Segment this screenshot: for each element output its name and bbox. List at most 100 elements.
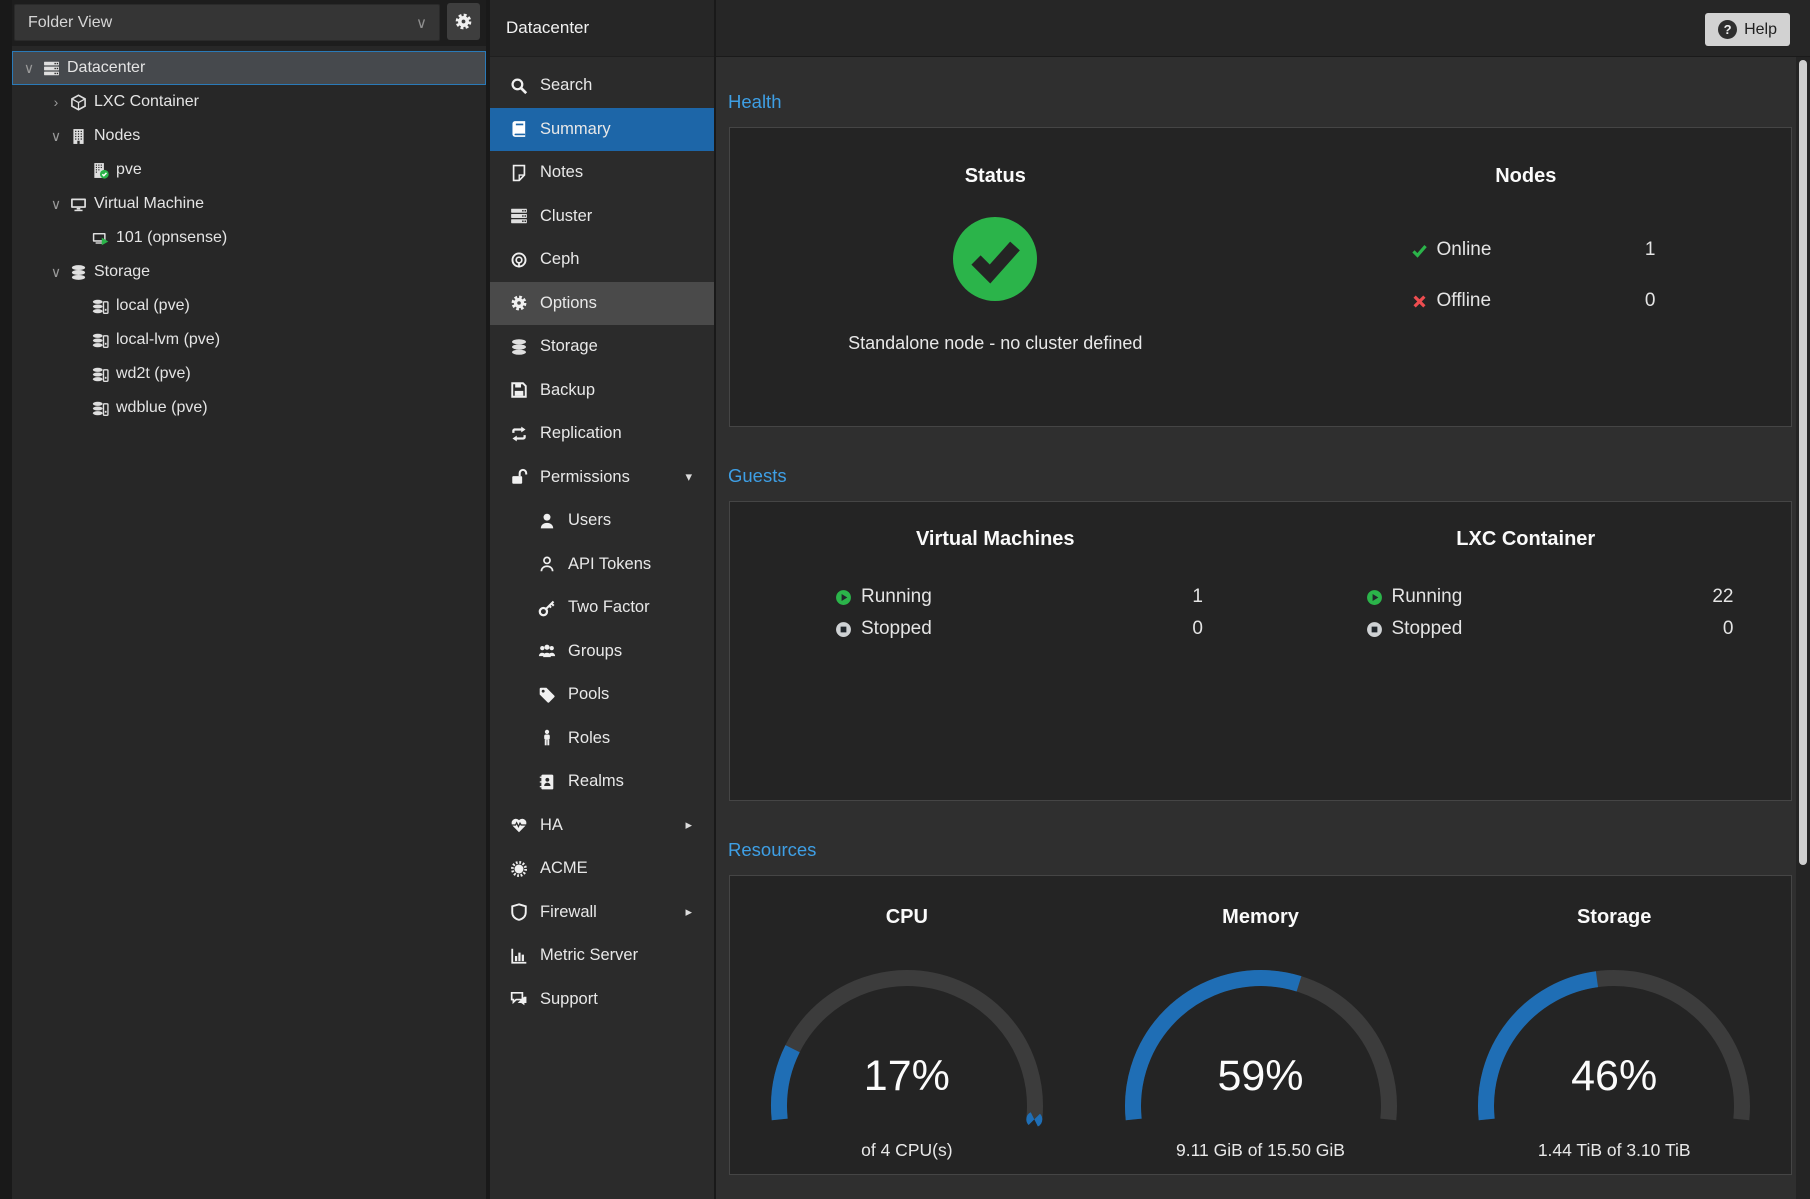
row-label: Running (861, 586, 932, 608)
menu-item-replication[interactable]: Replication (490, 412, 714, 456)
tree-item-virtual-machine[interactable]: ∨ Virtual Machine (12, 187, 486, 221)
note-icon (510, 164, 528, 182)
tree-item-lxc-container[interactable]: › LXC Container (12, 85, 486, 119)
menu-item-support[interactable]: Support (490, 978, 714, 1022)
sync-icon (510, 425, 528, 443)
tree-item-storage-wd2t[interactable]: wd2t (pve) (12, 357, 486, 391)
view-mode-select[interactable]: Folder View ∨ (14, 4, 440, 41)
tree-item-storage[interactable]: ∨ Storage (12, 255, 486, 289)
heartbeat-icon (510, 816, 528, 834)
menu-item-notes[interactable]: Notes (490, 151, 714, 195)
menu-item-label: Summary (540, 120, 611, 139)
menu-item-label: Users (568, 511, 611, 530)
tree-item-storage-local[interactable]: local (pve) (12, 289, 486, 323)
tree-item-storage-local-lvm[interactable]: local-lvm (pve) (12, 323, 486, 357)
book-icon (510, 120, 528, 138)
menu-item-api-tokens[interactable]: API Tokens (490, 543, 714, 587)
health-section-title: Health (716, 77, 1796, 127)
tree-item-pve[interactable]: pve (12, 153, 486, 187)
gear-icon (510, 294, 528, 312)
row-value: 1 (1645, 239, 1656, 261)
status-ok-icon (951, 215, 1039, 303)
menu-item-label: Backup (540, 381, 595, 400)
menu-item-label: Realms (568, 772, 624, 791)
menu-item-search[interactable]: Search (490, 64, 714, 108)
tree-item-datacenter[interactable]: ∨ Datacenter (12, 51, 486, 85)
tree-item-vm-101[interactable]: 101 (opnsense) (12, 221, 486, 255)
menu-item-realms[interactable]: Realms (490, 760, 714, 804)
guests-lxc-column: LXC Container Running 22 Stopped 0 (1261, 502, 1792, 800)
guests-section-title: Guests (716, 451, 1796, 501)
datacenter-menu: Datacenter Search Summary Notes Cluster … (490, 0, 714, 1199)
menu-item-roles[interactable]: Roles (490, 717, 714, 761)
help-button[interactable]: ? Help (1705, 13, 1790, 46)
content-toolbar: ? Help (716, 0, 1810, 57)
chevron-down-icon[interactable]: ∨ (48, 196, 64, 213)
storage-drive-icon (90, 332, 110, 348)
lxc-stopped-row: Stopped 0 (1366, 614, 1734, 644)
cpu-gauge-column: CPU 17% of 4 CPU(s) (730, 876, 1084, 1174)
guests-panel: Virtual Machines Running 1 Stopped 0 LXC… (729, 501, 1792, 801)
menu-item-label: Roles (568, 729, 610, 748)
storage-caption: 1.44 TiB of 3.10 TiB (1437, 1140, 1791, 1161)
tree-item-storage-wdblue[interactable]: wdblue (pve) (12, 391, 486, 425)
menu-list: Search Summary Notes Cluster Ceph Option… (490, 64, 714, 1021)
menu-item-users[interactable]: Users (490, 499, 714, 543)
chevron-right-icon[interactable]: › (48, 94, 64, 110)
proxmox-datacenter-window: Folder View ∨ ∨ Datacenter › LXC Contain… (0, 0, 1810, 1199)
menu-item-ha[interactable]: HA▸ (490, 804, 714, 848)
menu-item-label: Two Factor (568, 598, 650, 617)
menu-item-summary[interactable]: Summary (490, 108, 714, 152)
tree-item-label: local-lvm (pve) (116, 331, 220, 349)
health-nodes-column: Nodes Online 1 Offline 0 (1261, 128, 1792, 426)
row-value: 1 (1192, 586, 1203, 608)
summary-scroll-area: Health Status Standalone node - no clust… (716, 57, 1796, 1199)
comments-icon (510, 990, 528, 1008)
menu-item-backup[interactable]: Backup (490, 369, 714, 413)
chevron-right-icon: ▸ (685, 904, 692, 920)
health-status-column: Status Standalone node - no cluster defi… (730, 128, 1261, 426)
cpu-percent: 17% (730, 1052, 1084, 1102)
menu-item-acme[interactable]: ACME (490, 847, 714, 891)
tree-settings-button[interactable] (447, 3, 480, 40)
scrollbar-thumb[interactable] (1799, 60, 1807, 865)
nodes-online-row: Online 1 (1411, 232, 1656, 268)
menu-item-groups[interactable]: Groups (490, 630, 714, 674)
menu-item-options[interactable]: Options (490, 282, 714, 326)
row-label: Offline (1437, 290, 1492, 312)
running-icon (1366, 589, 1383, 606)
row-label: Stopped (861, 618, 932, 640)
menu-item-permissions[interactable]: Permissions▾ (490, 456, 714, 500)
chevron-down-icon[interactable]: ∨ (48, 128, 64, 145)
tree-item-nodes[interactable]: ∨ Nodes (12, 119, 486, 153)
tree-item-label: Virtual Machine (94, 195, 204, 213)
menu-item-ceph[interactable]: Ceph (490, 238, 714, 282)
chevron-down-icon[interactable]: ∨ (21, 60, 37, 77)
floppy-icon (510, 381, 528, 399)
row-value: 0 (1192, 618, 1203, 640)
menu-item-metric-server[interactable]: Metric Server (490, 934, 714, 978)
menu-item-cluster[interactable]: Cluster (490, 195, 714, 239)
building-icon (68, 128, 88, 144)
ceph-icon (510, 251, 528, 269)
menu-item-storage[interactable]: Storage (490, 325, 714, 369)
menu-item-firewall[interactable]: Firewall▸ (490, 891, 714, 935)
cross-icon (1411, 293, 1428, 310)
row-label: Online (1437, 239, 1492, 261)
chevron-down-icon[interactable]: ∨ (48, 264, 64, 281)
badge-icon (510, 860, 528, 878)
gear-icon (454, 12, 473, 31)
cluster-icon (510, 207, 528, 225)
vertical-scrollbar[interactable] (1796, 57, 1810, 1199)
menu-item-label: HA (540, 816, 563, 835)
resources-panel: CPU 17% of 4 CPU(s) Memory 59% 9.11 (729, 875, 1792, 1175)
database-icon (510, 338, 528, 356)
shield-icon (510, 903, 528, 921)
datacenter-icon (41, 60, 61, 76)
menu-item-two-factor[interactable]: Two Factor (490, 586, 714, 630)
memory-caption: 9.11 GiB of 15.50 GiB (1084, 1140, 1438, 1161)
menu-item-label: Search (540, 76, 592, 95)
menu-item-pools[interactable]: Pools (490, 673, 714, 717)
content-area: ? Help Health Status Standalone node - n… (716, 0, 1810, 1199)
menu-item-label: Notes (540, 163, 583, 182)
